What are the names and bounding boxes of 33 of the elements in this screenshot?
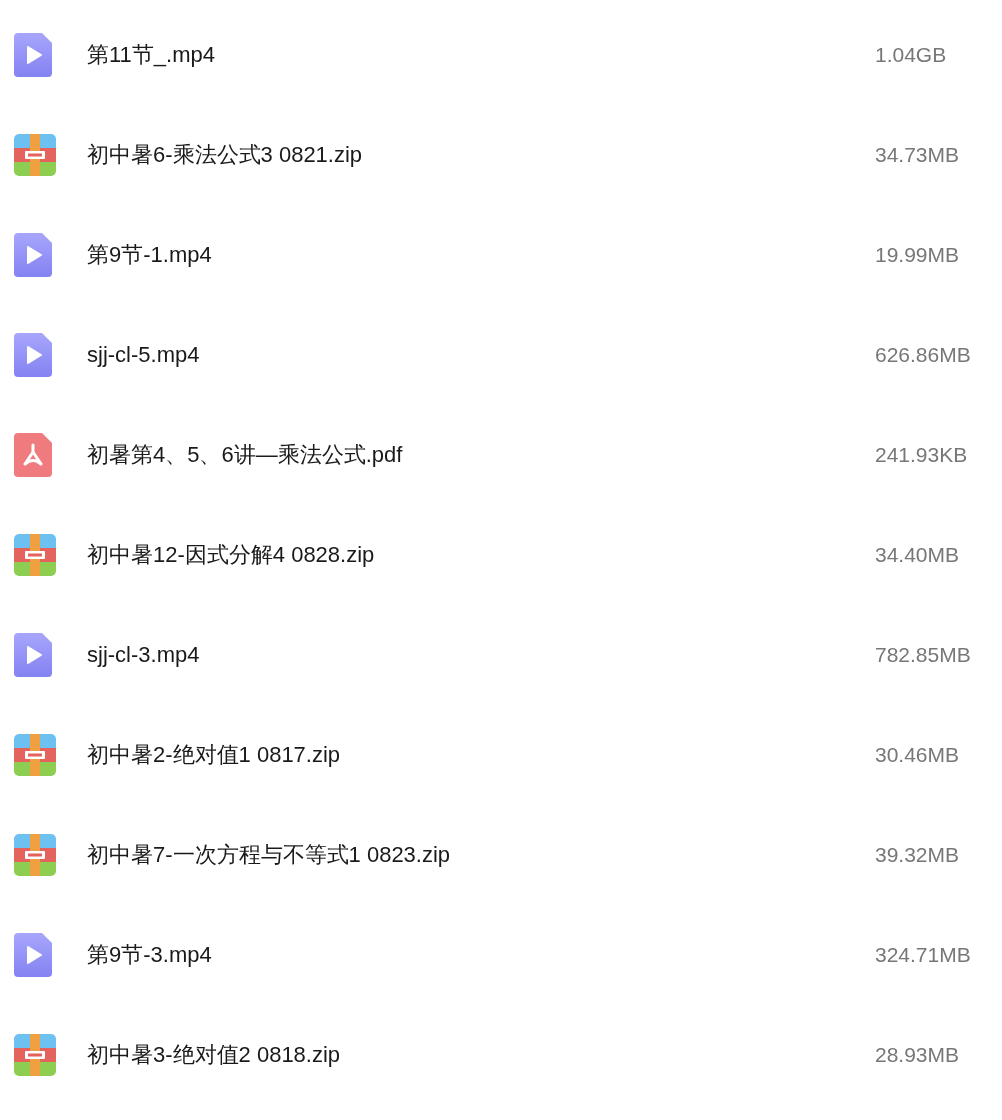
file-size: 782.85MB xyxy=(875,643,972,667)
file-size: 626.86MB xyxy=(875,343,972,367)
file-name: sjj-cl-5.mp4 xyxy=(87,342,201,368)
video-file-icon xyxy=(14,233,52,277)
file-name: 初暑第4、5、6讲—乘法公式.pdf xyxy=(87,441,404,469)
archive-file-icon xyxy=(14,734,56,776)
archive-file-icon xyxy=(14,1034,56,1076)
file-name: sjj-cl-3.mp4 xyxy=(87,642,201,668)
file-name: 初中暑7-一次方程与不等式1 0823.zip xyxy=(87,841,452,869)
archive-file-icon xyxy=(14,534,56,576)
video-file-icon xyxy=(14,333,52,377)
file-size: 28.93MB xyxy=(875,1043,961,1067)
archive-file-icon xyxy=(14,834,56,876)
file-name: 初中暑12-因式分解4 0828.zip xyxy=(87,541,376,569)
file-name: 初中暑2-绝对值1 0817.zip xyxy=(87,741,342,769)
file-name: 第11节_.mp4 xyxy=(87,41,216,69)
file-size: 1.04GB xyxy=(875,43,948,67)
file-name: 初中暑3-绝对值2 0818.zip xyxy=(87,1041,342,1069)
file-size: 34.73MB xyxy=(875,143,961,167)
video-file-icon xyxy=(14,633,52,677)
file-size: 324.71MB xyxy=(875,943,972,967)
file-size: 30.46MB xyxy=(875,743,961,767)
file-size: 241.93KB xyxy=(875,443,969,467)
video-file-icon xyxy=(14,933,52,977)
file-size: 19.99MB xyxy=(875,243,961,267)
archive-file-icon xyxy=(14,134,56,176)
file-size: 39.32MB xyxy=(875,843,961,867)
file-name: 第9节-1.mp4 xyxy=(87,241,213,269)
video-file-icon xyxy=(14,33,52,77)
pdf-file-icon xyxy=(14,433,52,477)
file-name: 第9节-3.mp4 xyxy=(87,941,213,969)
file-size: 34.40MB xyxy=(875,543,961,567)
file-name: 初中暑6-乘法公式3 0821.zip xyxy=(87,141,364,169)
